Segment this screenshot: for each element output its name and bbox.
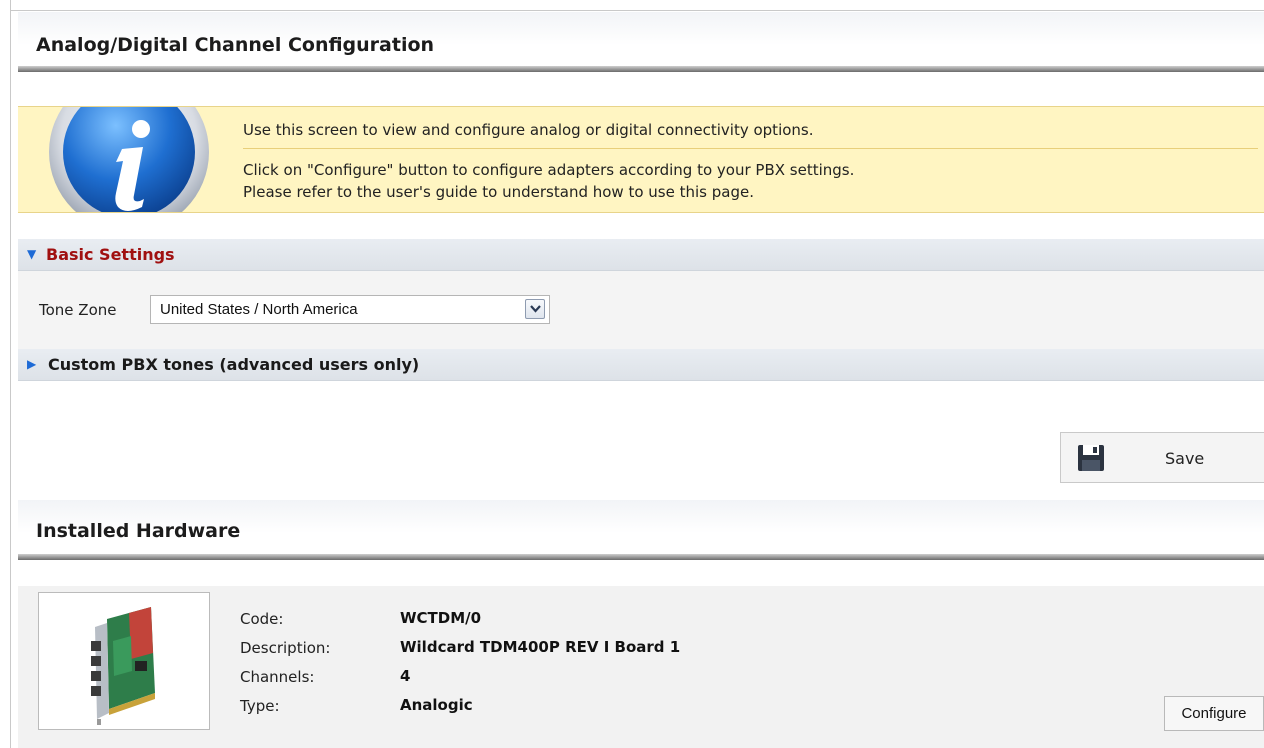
- page-title: Analog/Digital Channel Configuration: [36, 34, 435, 56]
- save-label: Save: [1165, 449, 1205, 468]
- tone-zone-value: United States / North America: [160, 301, 358, 318]
- code-label: Code:: [240, 610, 284, 628]
- page-header: Analog/Digital Channel Configuration: [18, 12, 1264, 72]
- configure-button[interactable]: Configure: [1164, 696, 1264, 731]
- description-label: Description:: [240, 639, 331, 657]
- installed-hardware-header: Installed Hardware: [18, 500, 1264, 560]
- chevron-down-icon[interactable]: [525, 299, 545, 319]
- custom-pbx-tones-toggle[interactable]: ▶ Custom PBX tones (advanced users only): [18, 349, 1264, 381]
- info-separator: [243, 148, 1258, 149]
- channels-label: Channels:: [240, 668, 315, 686]
- tone-zone-row: Tone Zone United States / North America: [18, 271, 1264, 349]
- installed-hardware-title: Installed Hardware: [36, 520, 241, 542]
- save-button[interactable]: Save: [1060, 432, 1264, 483]
- tone-zone-label: Tone Zone: [39, 301, 117, 319]
- floppy-disk-icon: [1078, 445, 1104, 471]
- hardware-item: Code: WCTDM/0 Description: Wildcard TDM4…: [18, 586, 1264, 748]
- page-frame-top: [10, 10, 1264, 11]
- description-value: Wildcard TDM400P REV I Board 1: [400, 638, 681, 656]
- info-text-line3: Please refer to the user's guide to unde…: [243, 183, 754, 201]
- type-label: Type:: [240, 697, 280, 715]
- type-value: Analogic: [400, 696, 473, 714]
- hardware-card-image: [38, 592, 210, 730]
- custom-pbx-tones-label: Custom PBX tones (advanced users only): [48, 355, 420, 374]
- collapsed-triangle-icon: ▶: [27, 357, 37, 371]
- info-text-line2: Click on "Configure" button to configure…: [243, 161, 855, 179]
- tone-zone-select[interactable]: United States / North America: [150, 295, 550, 324]
- info-icon: [49, 107, 209, 212]
- basic-settings-toggle[interactable]: ▼ Basic Settings: [18, 239, 1264, 271]
- info-text-line1: Use this screen to view and configure an…: [243, 121, 814, 139]
- pci-card-icon: [91, 607, 155, 725]
- info-box: Use this screen to view and configure an…: [18, 106, 1264, 213]
- header-rule: [18, 554, 1264, 560]
- expanded-triangle-icon: ▼: [27, 247, 37, 261]
- channels-value: 4: [400, 667, 411, 685]
- header-rule: [18, 66, 1264, 72]
- page-frame-left: [10, 0, 11, 748]
- code-value: WCTDM/0: [400, 609, 482, 627]
- basic-settings-label: Basic Settings: [46, 245, 175, 264]
